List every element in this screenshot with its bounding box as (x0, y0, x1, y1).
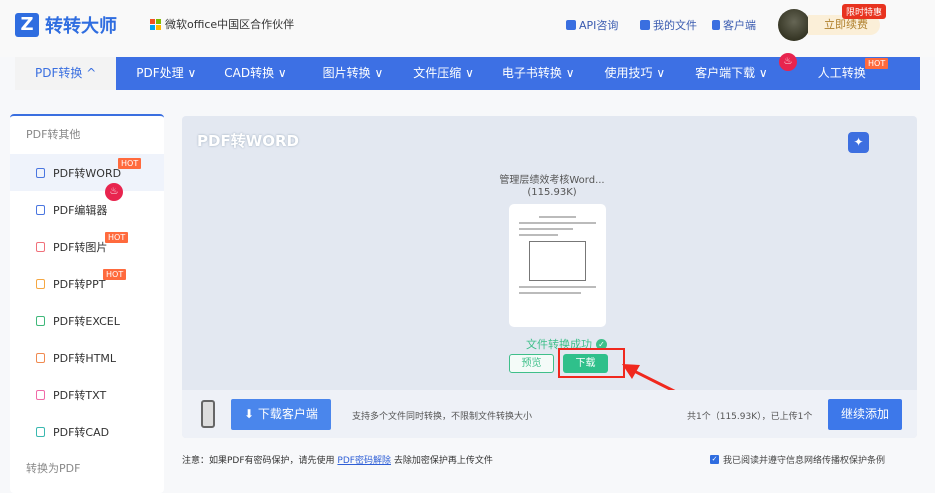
agreement[interactable]: ✓ 我已阅读并遵守信息网络传播权保护条例 (710, 453, 885, 466)
renew-label: 立即续费 (824, 18, 868, 31)
sidebar-item-label: PDF转HTML (53, 351, 117, 365)
avatar[interactable] (778, 9, 810, 41)
nav-tips[interactable]: 使用技巧 ∨ (589, 57, 680, 90)
hot-badge: HOT (118, 158, 142, 169)
note-prefix: 注意：如果PDF有密码保护，请先使用 (182, 456, 335, 466)
ppt-icon (36, 278, 45, 289)
chat-icon (566, 20, 576, 30)
sidebar-item-pdf-html[interactable]: PDF转HTML (10, 339, 164, 376)
sidebar-item-pdf-txt[interactable]: PDF转TXT (10, 376, 164, 413)
download-client-label: 下载客户端 (257, 407, 318, 421)
highlight-box (558, 348, 625, 378)
sidebar-item-pdf-excel[interactable]: PDF转EXCEL (10, 302, 164, 339)
bottom-bar: ⬇ 下载客户端 支持多个文件同时转换，不限制文件转换大小 共1个（115.93K… (182, 390, 917, 438)
download-client-button[interactable]: ⬇ 下载客户端 (231, 399, 331, 430)
file-info: 管理层绩效考核Word... (115.93K) (492, 175, 612, 199)
hot-badge: HOT (103, 269, 127, 280)
nav-compress[interactable]: 文件压缩 ∨ (397, 57, 488, 90)
preview-button[interactable]: 预览 (509, 354, 554, 373)
sidebar-group-title: 转换为PDF (26, 462, 81, 475)
nav-cad-convert[interactable]: CAD转换 ∨ (210, 57, 300, 90)
nav-pdf-process[interactable]: PDF处理 ∨ (116, 57, 210, 90)
sidebar-item-label: PDF编辑器 (53, 203, 108, 217)
api-link[interactable]: API咨询 (566, 17, 618, 33)
my-files-link[interactable]: 我的文件 (640, 17, 697, 33)
download-icon (712, 20, 720, 30)
monitor-icon (36, 204, 45, 215)
password-note: 注意：如果PDF有密码保护，请先使用 PDF密码解除 去除加密保护再上传文件 (182, 453, 493, 466)
sidebar-item-label: PDF转EXCEL (53, 314, 120, 328)
sidebar-item-label: PDF转TXT (53, 388, 107, 402)
hot-badge: HOT (865, 58, 889, 69)
nav-pdf-convert[interactable]: PDF转换 ^ (15, 57, 117, 90)
header: Z 转转大师 微软office中国区合作伙伴 API咨询 我的文件 客户端 立即续… (0, 0, 935, 57)
phone-icon (201, 400, 215, 428)
sidebar-item-pdf-cad[interactable]: PDF转CAD (10, 413, 164, 450)
client-link[interactable]: 客户端 (712, 17, 756, 33)
logo-text: 转转大师 (45, 16, 117, 37)
page-title: PDF转WORD (197, 132, 299, 150)
file-size: (115.93K) (527, 187, 577, 198)
nav-image-convert[interactable]: 图片转换 ∨ (301, 57, 398, 90)
nav-ebook[interactable]: 电子书转换 ∨ (488, 57, 589, 90)
sidebar-item-label: PDF转WORD (53, 166, 122, 180)
support-text: 支持多个文件同时转换，不限制文件转换大小 (352, 412, 533, 422)
sidebar-item-pdf-word[interactable]: PDF转WORD HOT (10, 154, 164, 191)
sidebar-item-pdf-ppt[interactable]: PDF转PPT HOT (10, 265, 164, 302)
hot-badge: HOT (105, 232, 129, 243)
word-icon (36, 167, 45, 178)
fire-icon: ♨ (779, 53, 797, 71)
partner-text: 微软office中国区合作伙伴 (165, 18, 295, 31)
microsoft-icon (150, 18, 161, 30)
agree-checkbox[interactable]: ✓ (710, 455, 719, 464)
fire-icon: ♨ (105, 183, 123, 201)
sidebar: PDF转其他 PDF转WORD HOT PDF编辑器 ♨ PDF转图片 HOT PDF… (10, 114, 164, 493)
pdf-unlock-link[interactable]: PDF密码解除 (337, 456, 391, 466)
html-icon (36, 352, 45, 363)
sparkle-icon[interactable]: ✦ (848, 132, 869, 153)
image-icon (36, 241, 45, 252)
sidebar-group-title: PDF转其他 (26, 128, 81, 141)
sidebar-item-label: PDF转CAD (53, 425, 110, 439)
my-files-label: 我的文件 (653, 19, 697, 32)
txt-icon (36, 389, 45, 400)
api-label: API咨询 (579, 19, 619, 32)
nav-client-download[interactable]: 客户端下载 ∨ (679, 57, 782, 90)
agree-label: 我已阅读并遵守信息网络传播权保护条例 (723, 456, 886, 466)
file-thumbnail[interactable] (509, 204, 606, 327)
upload-count: 共1个（115.93K），已上传1个 (687, 412, 813, 422)
partner-badge: 微软office中国区合作伙伴 (150, 16, 294, 32)
sidebar-item-label: PDF转PPT (53, 277, 106, 291)
folder-icon (640, 20, 650, 30)
promo-badge: 限时特惠 (842, 4, 887, 19)
cad-icon (36, 426, 45, 437)
sidebar-item-label: PDF转图片 (53, 240, 108, 254)
continue-add-button[interactable]: 继续添加 (828, 399, 902, 430)
logo[interactable]: Z 转转大师 (15, 12, 117, 38)
excel-icon (36, 315, 45, 326)
logo-icon: Z (15, 13, 39, 37)
sidebar-item-pdf-image[interactable]: PDF转图片 HOT (10, 228, 164, 265)
download-icon: ⬇ (244, 407, 258, 421)
file-name: 管理层绩效考核Word... (499, 175, 605, 186)
client-label: 客户端 (723, 19, 756, 32)
note-suffix: 去除加密保护再上传文件 (393, 456, 493, 466)
converter-panel: PDF转WORD ✦ 管理层绩效考核Word... (115.93K) 文件转换成… (182, 116, 917, 438)
sidebar-item-pdf-editor[interactable]: PDF编辑器 ♨ (10, 183, 164, 228)
